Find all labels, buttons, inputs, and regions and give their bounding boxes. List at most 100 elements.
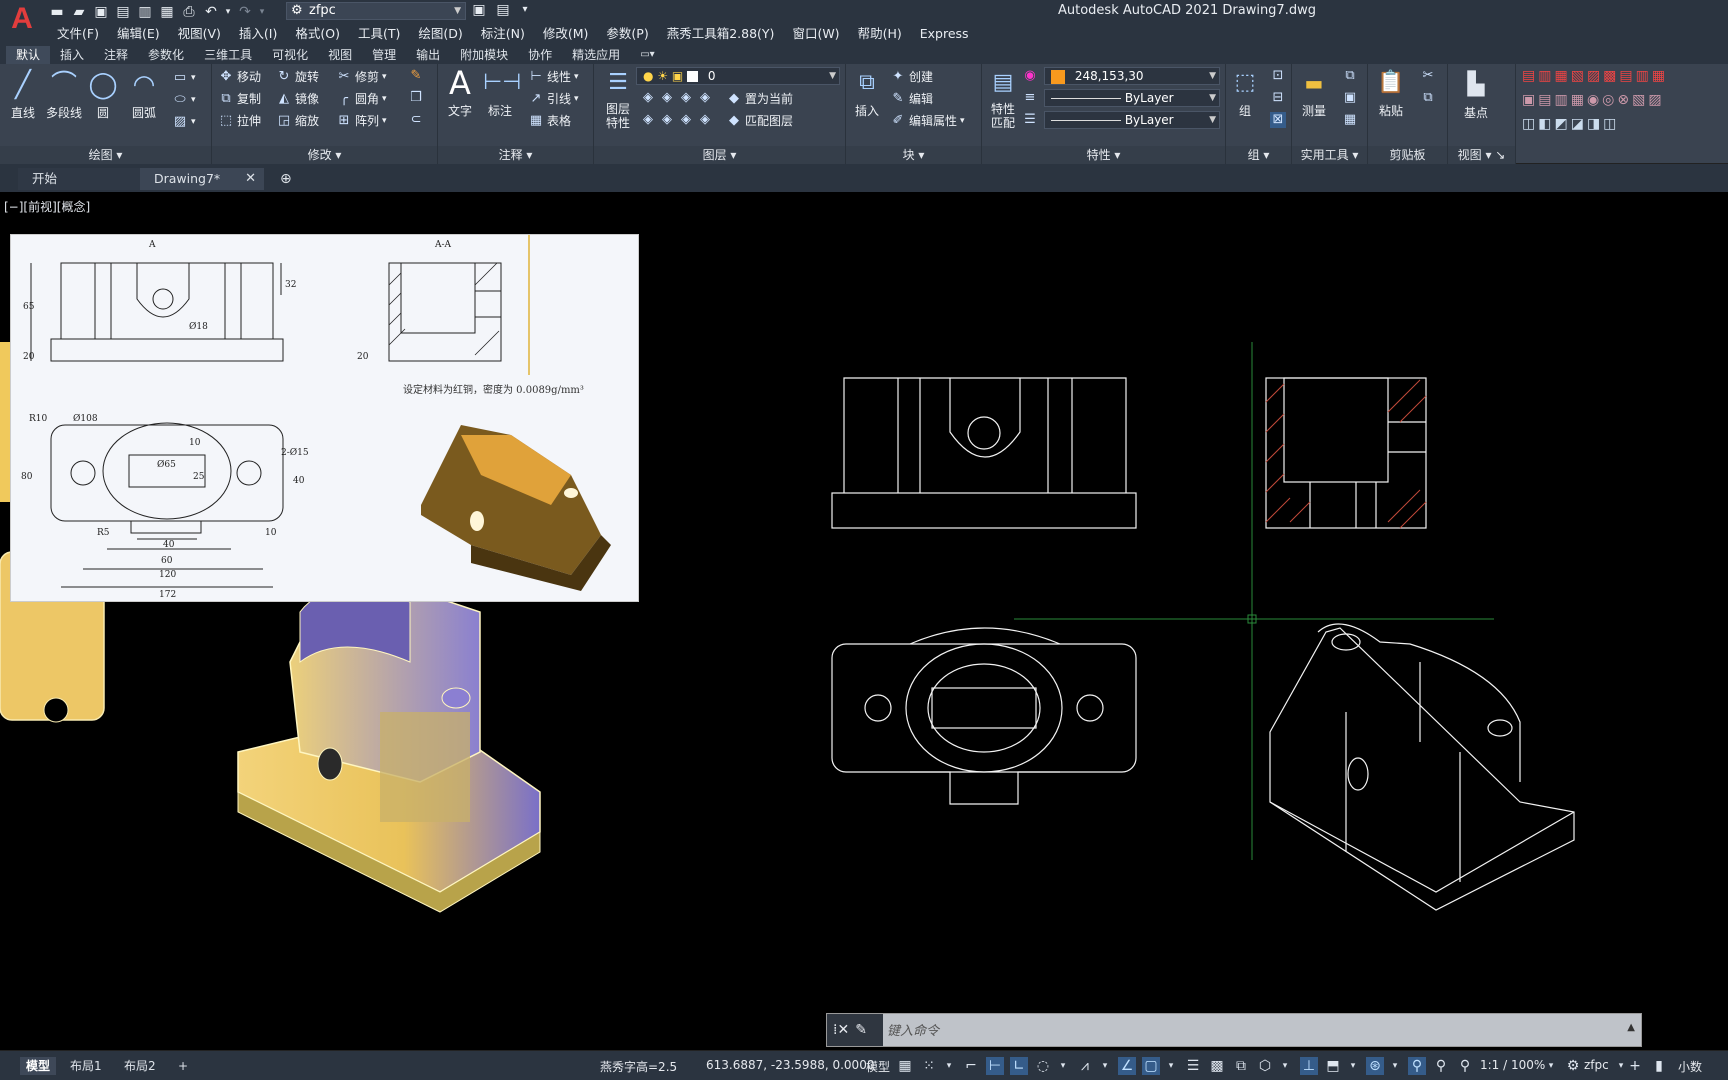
ellipse-tool[interactable]: ⬭ ▾ [172, 92, 195, 108]
new-tab-button[interactable]: ⊕ [276, 168, 298, 190]
linear-dim-tool[interactable]: ⊢ 线性 ▾ [528, 68, 578, 85]
measure-tool[interactable]: ▬ 测量 [1294, 66, 1334, 119]
trim-tool[interactable]: ✂ 修剪 ▾ [336, 68, 387, 85]
menu-edit[interactable]: 编辑(E) [108, 24, 169, 44]
toolbar-icon[interactable]: ▦ [1652, 68, 1665, 84]
layer-properties-tool[interactable]: ☰ 图层特性 [598, 66, 638, 130]
chevron-down-icon[interactable]: ▾ [1096, 1057, 1114, 1075]
ortho-icon[interactable]: ∟ [1010, 1057, 1028, 1075]
add-layout-button[interactable]: + [172, 1057, 194, 1075]
menu-parametric[interactable]: 参数(P) [597, 24, 657, 44]
rectangle-tool[interactable]: ▭ ▾ [172, 70, 196, 86]
toolbar-icon[interactable]: ▩ [1603, 68, 1616, 84]
paste-tool[interactable]: 📋 粘贴 [1372, 66, 1410, 119]
annotation-visibility-icon[interactable]: ⚲ [1408, 1057, 1426, 1075]
close-icon[interactable]: ✕ [245, 168, 256, 190]
explode-tool[interactable]: ❒ [408, 90, 424, 106]
ribbon-tab-default[interactable]: 默认 [6, 46, 51, 64]
linetype-select[interactable]: ByLayer ▼ [1044, 89, 1220, 107]
plot-preview-icon[interactable]: ▦ [158, 4, 176, 20]
chevron-down-icon[interactable]: ▾ [1386, 1057, 1404, 1075]
chevron-down-icon[interactable]: ▾ [940, 1057, 958, 1075]
auto-scale-icon[interactable]: ⚲ [1432, 1057, 1450, 1075]
group-edit-icon[interactable]: ⊟ [1270, 90, 1286, 106]
gizmo-icon[interactable]: ⊛ [1366, 1057, 1384, 1075]
group-tool[interactable]: ⬚ 组 [1228, 66, 1262, 119]
toolbar-icon[interactable]: ◫ [1522, 116, 1535, 132]
dimension-tool[interactable]: ⊢⊣ 标注 [482, 66, 521, 119]
annotation-scale-readout[interactable]: 1:1 / 100% [1480, 1058, 1545, 1072]
set-current-tool[interactable]: ◆ 置为当前 [726, 90, 793, 107]
command-input[interactable] [887, 1021, 1487, 1041]
toolbar-icon[interactable]: ▤ [1522, 68, 1535, 84]
menu-express[interactable]: Express [911, 24, 978, 44]
annotation-scale-icon[interactable]: ⚲ [1456, 1057, 1474, 1075]
color-wheel-icon[interactable]: ◉ [1022, 68, 1038, 84]
ribbon-tab-parametric[interactable]: 参数化 [138, 46, 194, 64]
ribbon-tab-annotate[interactable]: 注释 [94, 46, 138, 64]
toolbar-icon[interactable]: ▥ [1636, 68, 1649, 84]
plus-icon[interactable]: + [1626, 1057, 1644, 1075]
object-snap-tracking-icon[interactable]: ∠ [1118, 1057, 1136, 1075]
dynamic-input-icon[interactable]: ⊢ [986, 1057, 1004, 1075]
base-view-tool[interactable]: ▙ 基点 [1454, 68, 1498, 121]
custom-toolbar-row3[interactable]: ◫ ◧ ◩ ◪ ◨ ◫ [1522, 116, 1728, 132]
table-tool[interactable]: ▦ 表格 [528, 112, 571, 129]
menu-yanxiu-toolbox[interactable]: 燕秀工具箱2.88(Y) [658, 24, 784, 44]
edit-block-tool[interactable]: ✎ 编辑 [890, 90, 933, 107]
menu-modify[interactable]: 修改(M) [534, 24, 598, 44]
toolbar-icon[interactable]: ▨ [1587, 68, 1600, 84]
toolbar-icon[interactable]: ▧ [1632, 92, 1645, 108]
workspace-select[interactable]: ⚙ zfpc ▼ [286, 2, 466, 20]
chevron-down-icon[interactable]: ▾ [1162, 1057, 1180, 1075]
layer-tools-row2[interactable]: ◈ ◈ ◈ ◈ [640, 112, 713, 128]
3d-object-snap-icon[interactable]: ⬡ [1256, 1057, 1274, 1075]
layer-select[interactable]: ● ☀ ▣ 0 ▼ [636, 67, 840, 85]
new-file-icon[interactable]: ▬ [48, 4, 66, 20]
scale-tool[interactable]: ◲ 缩放 [276, 112, 319, 129]
toolbar-icon[interactable]: ▥ [1538, 68, 1551, 84]
isodraft-icon[interactable]: ⩘ [1076, 1057, 1094, 1075]
calculator-icon[interactable]: ▦ [1342, 112, 1358, 128]
toolbar-icon[interactable]: ◩ [1554, 116, 1567, 132]
redo-dropdown-icon[interactable]: ▾ [258, 4, 266, 20]
ribbon-tab-output[interactable]: 输出 [406, 46, 450, 64]
panel-title-layers[interactable]: 图层 ▾ [594, 146, 845, 164]
lineweight-select[interactable]: ByLayer ▼ [1044, 111, 1220, 129]
toolbar-icon[interactable]: ◫ [1603, 116, 1616, 132]
toolbar-icon[interactable]: ▨ [1648, 92, 1661, 108]
array-tool[interactable]: ⊞ 阵列 ▾ [336, 112, 387, 129]
autocad-logo-icon[interactable]: A [8, 4, 36, 34]
custom-toolbar-row1[interactable]: ▤ ▥ ▦ ▧ ▨ ▩ ▤ ▥ ▦ [1522, 68, 1728, 84]
snap-icon[interactable]: ⁙ [920, 1057, 938, 1075]
mirror-tool[interactable]: ◭ 镜像 [276, 90, 319, 107]
menu-tools[interactable]: 工具(T) [349, 24, 409, 44]
toolbar-icon[interactable]: ◎ [1602, 92, 1614, 108]
toolbar-icon[interactable]: ▧ [1571, 68, 1584, 84]
layer-tools-row1[interactable]: ◈ ◈ ◈ ◈ [640, 90, 713, 106]
menu-help[interactable]: 帮助(H) [849, 24, 911, 44]
toolbar-icon[interactable]: ▤ [1538, 92, 1551, 108]
units-readout[interactable]: 小数 [1678, 1058, 1702, 1075]
grid-icon[interactable]: ▦ [896, 1057, 914, 1075]
undo-dropdown-icon[interactable]: ▾ [224, 4, 232, 20]
menu-draw[interactable]: 绘图(D) [409, 24, 471, 44]
workspace-switch[interactable]: zfpc [1584, 1058, 1609, 1072]
menu-window[interactable]: 窗口(W) [783, 24, 848, 44]
create-block-tool[interactable]: ✦ 创建 [890, 68, 933, 85]
toolbar-icon[interactable]: ◨ [1587, 116, 1600, 132]
toolbar-icon[interactable]: ◪ [1571, 116, 1584, 132]
polyline-tool[interactable]: ⌒ 多段线 [42, 68, 86, 121]
ungroup-icon[interactable]: ⊡ [1270, 68, 1286, 84]
ribbon-tab-view[interactable]: 视图 [318, 46, 362, 64]
infer-constraints-icon[interactable]: ⌐ [962, 1057, 980, 1075]
model-space-toggle[interactable]: 模型 [866, 1058, 890, 1075]
toolbar-icon[interactable]: ▦ [1554, 68, 1567, 84]
tab-drawing7[interactable]: Drawing7* ✕ [140, 168, 264, 190]
circle-tool[interactable]: ◯ 圆 [86, 68, 120, 121]
chevron-down-icon[interactable]: ▾ [1276, 1057, 1294, 1075]
hatch-tool[interactable]: ▨ ▾ [172, 114, 196, 130]
close-icon[interactable]: ✕ [837, 1022, 855, 1038]
panel-title-view[interactable]: 视图 ▾ ↘ [1448, 146, 1515, 164]
match-layer-tool[interactable]: ◆ 匹配图层 [726, 112, 793, 129]
